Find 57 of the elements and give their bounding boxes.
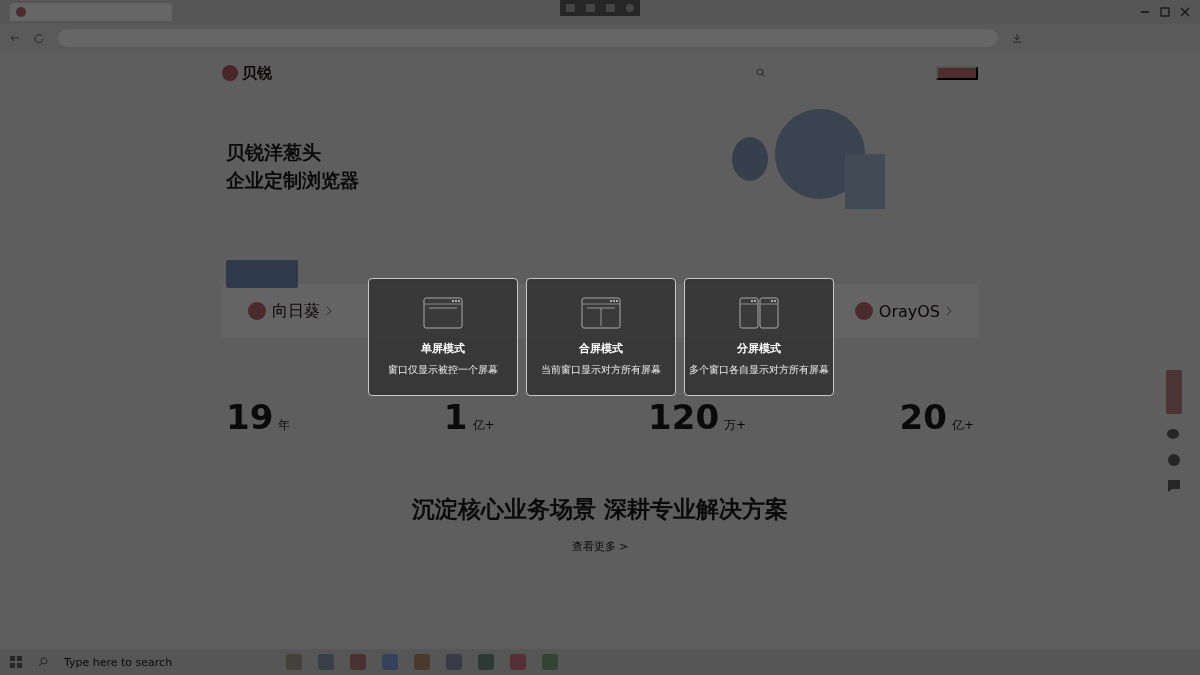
taskbar-app-icon[interactable]	[478, 654, 494, 670]
hero-title: 企业定制浏览器	[226, 168, 360, 193]
chevron-right-icon	[946, 306, 952, 316]
cta-button[interactable]	[226, 260, 298, 288]
start-menu-icon[interactable]	[10, 656, 22, 668]
mode-description: 当前窗口显示对方所有屏幕	[541, 363, 661, 377]
stat-number: 120	[648, 400, 720, 434]
mode-option-card[interactable]: 合屏模式 当前窗口显示对方所有屏幕	[526, 278, 676, 396]
mode-option-card[interactable]: 单屏模式 窗口仅显示被控一个屏幕	[368, 278, 518, 396]
mode-title: 合屏模式	[579, 341, 623, 356]
message-icon[interactable]	[1168, 480, 1180, 492]
stat-number: 1	[443, 400, 468, 434]
product-link[interactable]: OrayOS	[878, 301, 940, 321]
taskbar-app-icon[interactable]	[446, 654, 462, 670]
taskbar-app-icon[interactable]	[510, 654, 526, 670]
taskbar-app-icon[interactable]	[414, 654, 430, 670]
mode-description: 多个窗口各自显示对方所有屏幕	[689, 363, 829, 377]
logo-icon	[222, 65, 238, 81]
mode-title: 单屏模式	[421, 341, 465, 356]
taskbar-search-field[interactable]: Type here to search	[64, 655, 214, 669]
close-icon[interactable]	[1180, 7, 1190, 17]
stat-number: 19	[226, 400, 274, 434]
taskbar-app-icon[interactable]	[286, 654, 302, 670]
mode-option-card[interactable]: 分屏模式 多个窗口各自显示对方所有屏幕	[684, 278, 834, 396]
stat-unit: 年	[278, 419, 291, 434]
stat-unit: 万+	[724, 419, 747, 434]
download-icon[interactable]	[1012, 33, 1022, 43]
product-logo-icon	[248, 302, 266, 320]
section-heading: 沉淀核心业务场景 深耕专业解决方案	[412, 495, 788, 524]
search-icon[interactable]	[756, 68, 766, 78]
reload-icon[interactable]	[34, 33, 44, 43]
search-icon	[38, 657, 48, 667]
chevron-right-icon	[326, 306, 332, 316]
mode-description: 窗口仅显示被控一个屏幕	[388, 363, 498, 377]
product-logo-icon	[854, 302, 873, 320]
site-logo[interactable]: 贝锐	[242, 63, 272, 83]
taskbar-app-icon[interactable]	[318, 654, 334, 670]
stat-number: 20	[899, 400, 947, 434]
merged-window-icon	[581, 297, 621, 329]
browser-tab[interactable]	[10, 3, 172, 21]
taskbar-app-icon[interactable]	[542, 654, 558, 670]
product-link[interactable]: 向日葵	[272, 300, 320, 322]
hero-title: 贝锐洋葱头	[226, 140, 322, 165]
site-favicon-icon	[16, 7, 26, 17]
back-arrow-icon[interactable]	[10, 33, 20, 43]
toolbar-icon[interactable]	[626, 4, 635, 12]
single-window-icon	[423, 297, 463, 329]
floating-side-tab[interactable]	[1166, 370, 1182, 414]
see-more-link[interactable]: 查看更多 >	[571, 539, 629, 554]
mode-title: 分屏模式	[737, 341, 781, 356]
taskbar-app-icon[interactable]	[382, 654, 398, 670]
taskbar-app-icon[interactable]	[350, 654, 366, 670]
nav-button[interactable]	[936, 66, 978, 80]
maximize-icon[interactable]	[1160, 7, 1170, 17]
stat-unit: 亿+	[951, 419, 974, 434]
stat-unit: 亿+	[472, 419, 495, 434]
split-windows-icon	[739, 297, 779, 329]
